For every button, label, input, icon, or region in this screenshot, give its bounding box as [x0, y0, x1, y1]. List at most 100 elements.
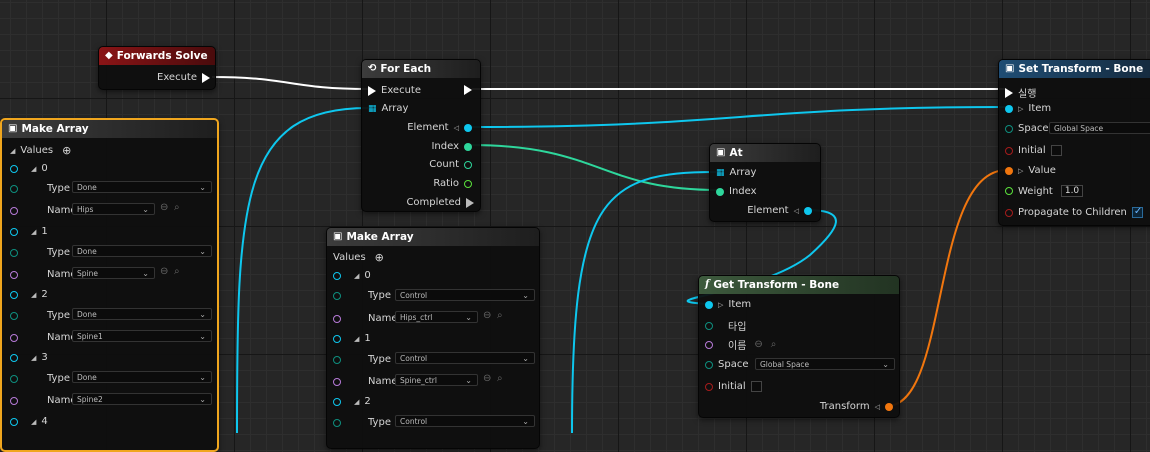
struct-pin-icon[interactable] — [10, 290, 18, 299]
struct-pin-icon[interactable] — [10, 417, 18, 426]
type-dropdown[interactable]: Control ⌄ — [395, 415, 535, 427]
enum-pin-icon[interactable] — [1005, 124, 1013, 133]
forwards-solve-header[interactable]: ◆ Forwards Solve — [99, 47, 215, 65]
enum-pin-icon[interactable] — [10, 374, 18, 383]
make-array-header[interactable]: ▣ Make Array — [327, 228, 539, 246]
collapse-arrow-icon[interactable]: ◢ — [31, 165, 36, 173]
struct-pin-icon[interactable] — [705, 300, 713, 309]
type-pin[interactable]: Type — [10, 310, 70, 321]
weight-input-pin[interactable]: Weight 1.0 — [1005, 185, 1084, 197]
array-input-pin[interactable]: ▦ Array — [368, 103, 408, 114]
type-dropdown[interactable]: Done ⌄ — [72, 308, 212, 320]
propagate-input-pin[interactable]: Propagate to Children — [1005, 206, 1143, 218]
at-header[interactable]: ▣ At — [710, 144, 820, 162]
name-input-pin[interactable]: 이름 ⊖ ⌕ — [705, 337, 776, 352]
execute-output-pin[interactable]: Execute — [157, 72, 210, 83]
arrow-left-icon[interactable]: ⊖ — [160, 202, 168, 213]
expand-arrow-icon[interactable]: ◁ — [794, 207, 799, 215]
struct-pin-icon[interactable] — [10, 164, 18, 173]
array-element-pin[interactable]: ◢ 4 — [10, 416, 48, 427]
name-pin-icon[interactable] — [10, 206, 18, 215]
collapse-arrow-icon[interactable]: ◢ — [354, 398, 359, 406]
values-pin[interactable]: ◢ Values ⊕ — [10, 144, 71, 157]
magnifier-icon[interactable]: ⌕ — [174, 266, 180, 277]
magnifier-icon[interactable]: ⌕ — [497, 310, 503, 321]
array-pin-icon[interactable]: ▦ — [368, 104, 377, 114]
make-array-header[interactable]: ▣ Make Array — [2, 120, 217, 138]
enum-pin-icon[interactable] — [333, 355, 341, 364]
magnifier-icon[interactable]: ⌕ — [174, 202, 180, 213]
array-element-pin[interactable]: ◢ 3 — [10, 352, 48, 363]
name-pin-icon[interactable] — [10, 270, 18, 279]
initial-input-pin[interactable]: Initial — [705, 381, 762, 392]
arrow-left-icon[interactable]: ⊖ — [160, 266, 168, 277]
name-dropdown[interactable]: Spine ⌄ — [72, 267, 155, 279]
for-each-node[interactable]: ⟲ For Each Execute ▦ Array ◁ Element Ind… — [361, 59, 481, 212]
array-element-pin[interactable]: ◢ 2 — [10, 289, 48, 300]
struct-pin-icon[interactable] — [804, 206, 812, 215]
type-dropdown[interactable]: Done ⌄ — [72, 181, 212, 193]
exec-pin-icon[interactable] — [1005, 87, 1013, 98]
name-pin[interactable]: Name — [333, 376, 398, 387]
space-input-pin[interactable]: Space — [705, 359, 748, 370]
struct-pin-icon[interactable] — [333, 397, 341, 406]
index-output-pin[interactable]: Index — [431, 141, 472, 152]
bool-pin-icon[interactable] — [705, 382, 713, 391]
enum-pin-icon[interactable] — [333, 291, 341, 300]
exec-pin-icon[interactable] — [466, 197, 474, 208]
transform-pin-icon[interactable] — [1005, 166, 1013, 175]
initial-checkbox[interactable] — [1050, 145, 1062, 156]
collapse-arrow-icon[interactable]: ◢ — [354, 335, 359, 343]
collapse-arrow-icon[interactable]: ◢ — [31, 228, 36, 236]
initial-checkbox[interactable] — [750, 381, 762, 392]
struct-pin-icon[interactable] — [333, 334, 341, 343]
transform-pin-icon[interactable] — [885, 402, 893, 411]
name-pin-icon[interactable] — [10, 333, 18, 342]
space-dropdown[interactable]: Global Space ⌄ — [755, 358, 895, 370]
enum-pin-icon[interactable] — [10, 311, 18, 320]
name-dropdown[interactable]: Spine1 ⌄ — [72, 330, 212, 342]
type-dropdown[interactable]: Done ⌄ — [72, 245, 212, 257]
set-transform-header[interactable]: ▣ Set Transform - Bone — [999, 60, 1150, 78]
value-input-pin[interactable]: ▷ Value — [1005, 165, 1056, 176]
array-input-pin[interactable]: ▦ Array — [716, 167, 756, 178]
element-output-pin[interactable]: ◁ Element — [407, 122, 472, 133]
values-pin[interactable]: Values ⊕ — [333, 251, 384, 264]
exec-pin-icon[interactable] — [202, 72, 210, 83]
type-dropdown[interactable]: Control ⌄ — [395, 289, 535, 301]
bool-pin-icon[interactable] — [1005, 146, 1013, 155]
struct-pin-icon[interactable] — [10, 227, 18, 236]
expand-arrow-icon[interactable]: ▷ — [718, 301, 723, 309]
plus-circle-icon[interactable]: ⊕ — [62, 144, 71, 157]
name-dropdown[interactable]: Spine_ctrl ⌄ — [395, 374, 478, 386]
space-input-pin[interactable]: Space — [1005, 123, 1048, 134]
exec-pin-icon[interactable] — [368, 85, 376, 96]
array-element-pin[interactable]: ◢ 1 — [10, 226, 48, 237]
float-pin-icon[interactable] — [464, 179, 472, 188]
execute-input-pin[interactable]: 실행 — [1005, 85, 1036, 100]
array-element-pin[interactable]: ◢ 0 — [10, 163, 48, 174]
expand-arrow-icon[interactable]: ◁ — [875, 403, 880, 411]
name-pin-icon[interactable] — [333, 377, 341, 386]
expand-arrow-icon[interactable]: ◁ — [454, 124, 459, 132]
array-element-pin[interactable]: ◢ 1 — [333, 333, 371, 344]
name-pin[interactable]: Name — [333, 313, 398, 324]
type-pin[interactable]: Type — [10, 183, 70, 194]
expand-arrow-icon[interactable]: ▷ — [1018, 105, 1023, 113]
int-pin-icon[interactable] — [716, 187, 724, 196]
plus-circle-icon[interactable]: ⊕ — [375, 251, 384, 264]
name-dropdown[interactable]: Hips ⌄ — [72, 203, 155, 215]
initial-input-pin[interactable]: Initial — [1005, 145, 1062, 156]
type-pin[interactable]: Type — [333, 290, 391, 301]
type-dropdown[interactable]: Done ⌄ — [72, 371, 212, 383]
arrow-left-icon[interactable]: ⊖ — [483, 373, 491, 384]
bool-pin-icon[interactable] — [1005, 208, 1013, 217]
array-pin-icon[interactable]: ▦ — [716, 168, 725, 178]
type-pin[interactable]: Type — [10, 247, 70, 258]
collapse-arrow-icon[interactable]: ◢ — [10, 147, 15, 155]
item-input-pin[interactable]: ▷ Item — [1005, 103, 1051, 114]
name-pin-icon[interactable] — [705, 340, 713, 349]
type-input-pin[interactable]: 타입 — [705, 318, 746, 333]
for-each-header[interactable]: ⟲ For Each — [362, 60, 480, 78]
at-node[interactable]: ▣ At ▦ Array Index ◁ Element — [709, 143, 821, 222]
